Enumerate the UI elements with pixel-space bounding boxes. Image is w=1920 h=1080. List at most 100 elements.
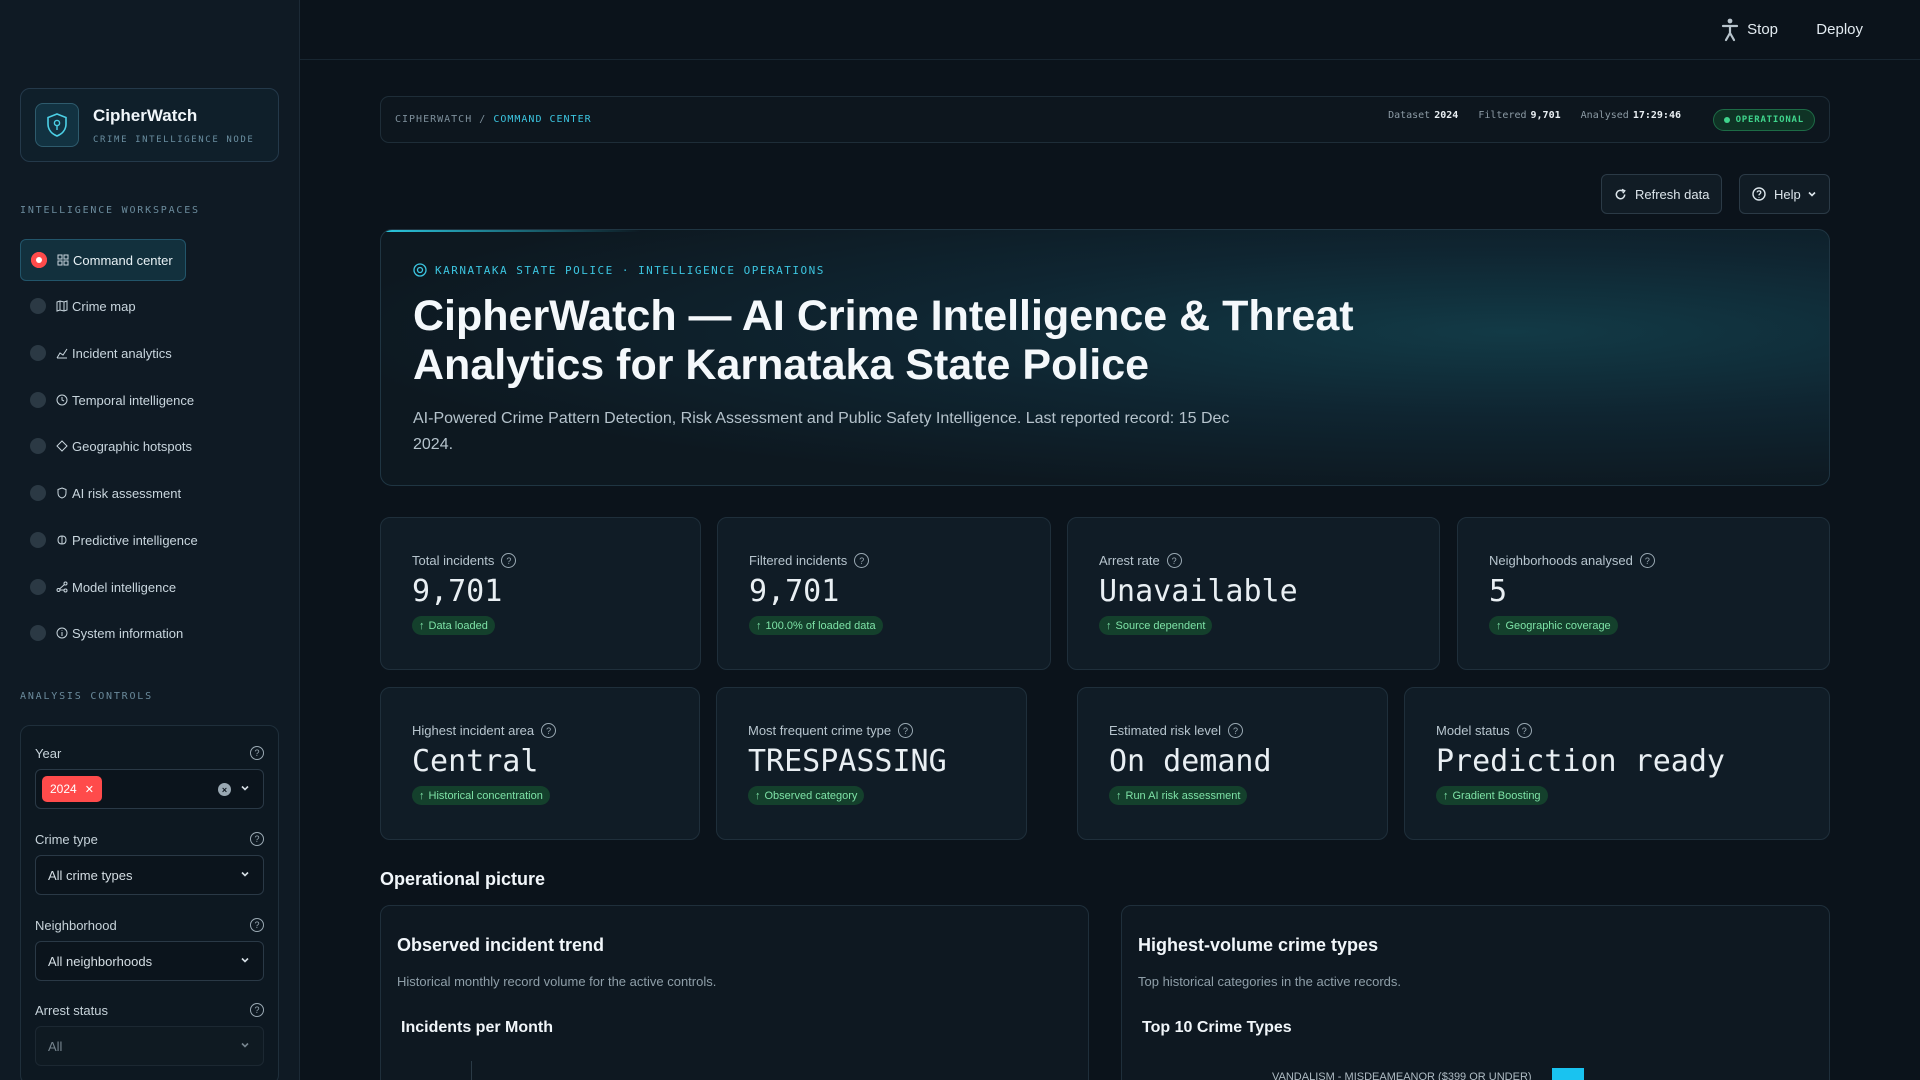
panel-description: Top historical categories in the active … [1138, 974, 1402, 989]
refresh-icon [1615, 188, 1626, 199]
sidebar-item-incident-analytics[interactable]: Incident analytics [20, 332, 172, 374]
dataset-label: Dataset [1388, 110, 1431, 121]
arrow-up-icon: ↑ [1116, 789, 1122, 802]
status-text: OPERATIONAL [1735, 115, 1804, 125]
year-tag[interactable]: 2024 ✕ [42, 776, 102, 802]
breadcrumb-root[interactable]: CIPHERWATCH [395, 114, 472, 125]
target-icon [413, 263, 427, 277]
help-icon[interactable]: ? [1166, 553, 1182, 568]
kpi-card-total-incidents: Total incidents? 9,701 ↑ Data loaded [380, 517, 701, 670]
kpi-delta-badge: ↑ Run AI risk assessment [1109, 786, 1248, 805]
kpi-delta-text: Geographic coverage [1505, 619, 1611, 632]
sidebar-item-ai-risk-assessment[interactable]: AI risk assessment [20, 472, 181, 514]
year-tag-label: 2024 [50, 782, 77, 796]
radio-dot-icon [30, 298, 46, 314]
filtered-label: Filtered [1478, 110, 1527, 121]
kpi-delta-badge: ↑ 100.0% of loaded data [749, 616, 883, 635]
kpi-label: Arrest rate? [1099, 553, 1182, 568]
kpi-label: Estimated risk level? [1109, 723, 1243, 738]
kpi-value: 5 [1489, 574, 1508, 609]
sidebar-item-crime-map[interactable]: Crime map [20, 285, 136, 327]
help-icon[interactable]: ? [854, 553, 870, 568]
kpi-card-arrest-rate: Arrest rate? Unavailable ↑ Source depende… [1067, 517, 1440, 670]
arrest-status-value: All [48, 1038, 63, 1054]
crime-type-value: All crime types [48, 867, 133, 883]
controls-heading: ANALYSIS CONTROLS [20, 691, 153, 702]
kpi-label: Total incidents? [412, 553, 517, 568]
deploy-button[interactable]: Deploy [1816, 21, 1863, 38]
sidebar-item-label: Crime map [72, 298, 136, 314]
kpi-delta-text: Gradient Boosting [1452, 789, 1541, 802]
analysis-controls-panel: Year ? 2024 ✕ × Crime type ? All crime t… [20, 725, 279, 1080]
kpi-label-text: Total incidents [412, 553, 495, 568]
help-icon[interactable]: ? [250, 746, 264, 760]
status-dot-icon [1723, 117, 1730, 123]
sidebar-item-model-intelligence[interactable]: Model intelligence [20, 566, 176, 608]
kpi-card-highest-incident-area: Highest incident area? Central ↑ Historic… [380, 687, 700, 840]
remove-tag-icon[interactable]: ✕ [85, 783, 94, 796]
kpi-label: Neighborhoods analysed? [1489, 553, 1655, 568]
status-bar: CIPHERWATCH / COMMAND CENTER Dataset 2024… [380, 96, 1830, 143]
arrow-up-icon: ↑ [419, 619, 425, 632]
crime-type-label: Crime type [35, 832, 98, 847]
chart-icon [56, 348, 68, 359]
status-badge: OPERATIONAL [1712, 109, 1815, 131]
neighborhood-select[interactable]: All neighborhoods [35, 941, 264, 981]
help-icon[interactable]: ? [1516, 723, 1532, 738]
help-icon[interactable]: ? [250, 832, 264, 846]
help-menu-button[interactable]: Help [1739, 174, 1830, 214]
panel-title: Observed incident trend [397, 935, 605, 955]
radio-dot-icon [30, 438, 46, 454]
sidebar-item-label: Command center [73, 252, 173, 268]
kpi-card-estimated-risk-level: Estimated risk level? On demand ↑ Run AI … [1077, 687, 1388, 840]
page-title: CipherWatch — AI Crime Intelligence & Th… [413, 292, 1354, 389]
help-icon[interactable]: ? [250, 918, 264, 932]
help-icon[interactable]: ? [541, 723, 557, 738]
radio-dot-icon [31, 252, 47, 268]
sidebar-item-system-information[interactable]: System information [20, 612, 183, 654]
chevron-down-icon [241, 957, 249, 963]
sidebar-item-predictive-intelligence[interactable]: Predictive intelligence [20, 519, 198, 561]
hero-subtitle: AI-Powered Crime Pattern Detection, Risk… [413, 410, 1230, 453]
stop-button[interactable]: Stop [1747, 21, 1778, 38]
analysed-value: 17:29:46 [1632, 110, 1681, 121]
bar-label: VANDALISM - MISDEAMEANOR ($399 OR UNDER) [1272, 1071, 1532, 1080]
pin-icon [56, 440, 68, 452]
kpi-label-text: Neighborhoods analysed [1489, 553, 1633, 568]
kpi-delta-badge: ↑ Observed category [748, 786, 865, 805]
kpi-card-neighborhoods-analysed: Neighborhoods analysed? 5 ↑ Geographic co… [1457, 517, 1830, 670]
panel-title: Highest-volume crime types [1138, 935, 1379, 955]
radio-dot-icon [30, 392, 46, 408]
sidebar-item-geographic-hotspots[interactable]: Geographic hotspots [20, 425, 192, 467]
kpi-label-text: Estimated risk level [1109, 723, 1221, 738]
sidebar-item-command-center[interactable]: Command center [20, 239, 186, 281]
chart-bar[interactable] [1552, 1068, 1584, 1080]
clear-icon[interactable]: × [218, 783, 231, 796]
arrest-status-select[interactable]: All [35, 1026, 264, 1066]
help-icon[interactable]: ? [501, 553, 517, 568]
kpi-label: Model status? [1436, 723, 1532, 738]
crime-type-select[interactable]: All crime types [35, 855, 264, 895]
kpi-card-filtered-incidents: Filtered incidents? 9,701 ↑ 100.0% of loa… [717, 517, 1051, 670]
refresh-data-button[interactable]: Refresh data [1601, 174, 1723, 214]
chevron-down-icon [241, 785, 249, 791]
sidebar-item-label: Incident analytics [72, 345, 172, 361]
app-toolbar: Stop Deploy [300, 0, 1920, 60]
kpi-value: On demand [1109, 744, 1272, 779]
chart-title: Top 10 Crime Types [1142, 1019, 1292, 1036]
dataset-stats: Dataset 2024 Filtered 9,701 Analysed 17:29:… [1388, 110, 1695, 121]
help-icon[interactable]: ? [1227, 723, 1243, 738]
sidebar-item-temporal-intelligence[interactable]: Temporal intelligence [20, 379, 194, 421]
refresh-data-label: Refresh data [1635, 186, 1710, 202]
brand-subtitle: CRIME INTELLIGENCE NODE [93, 135, 255, 145]
help-icon[interactable]: ? [898, 723, 914, 738]
kpi-card-model-status: Model status? Prediction ready ↑ Gradient… [1404, 687, 1830, 840]
kpi-label: Highest incident area? [412, 723, 557, 738]
chart-axis [471, 1061, 472, 1080]
arrow-up-icon: ↑ [1106, 619, 1112, 632]
help-icon[interactable]: ? [1639, 553, 1655, 568]
help-icon[interactable]: ? [250, 1003, 264, 1017]
year-multiselect[interactable]: 2024 ✕ × [35, 769, 264, 809]
kpi-delta-text: Observed category [764, 789, 858, 802]
chevron-down-icon [1808, 191, 1816, 197]
